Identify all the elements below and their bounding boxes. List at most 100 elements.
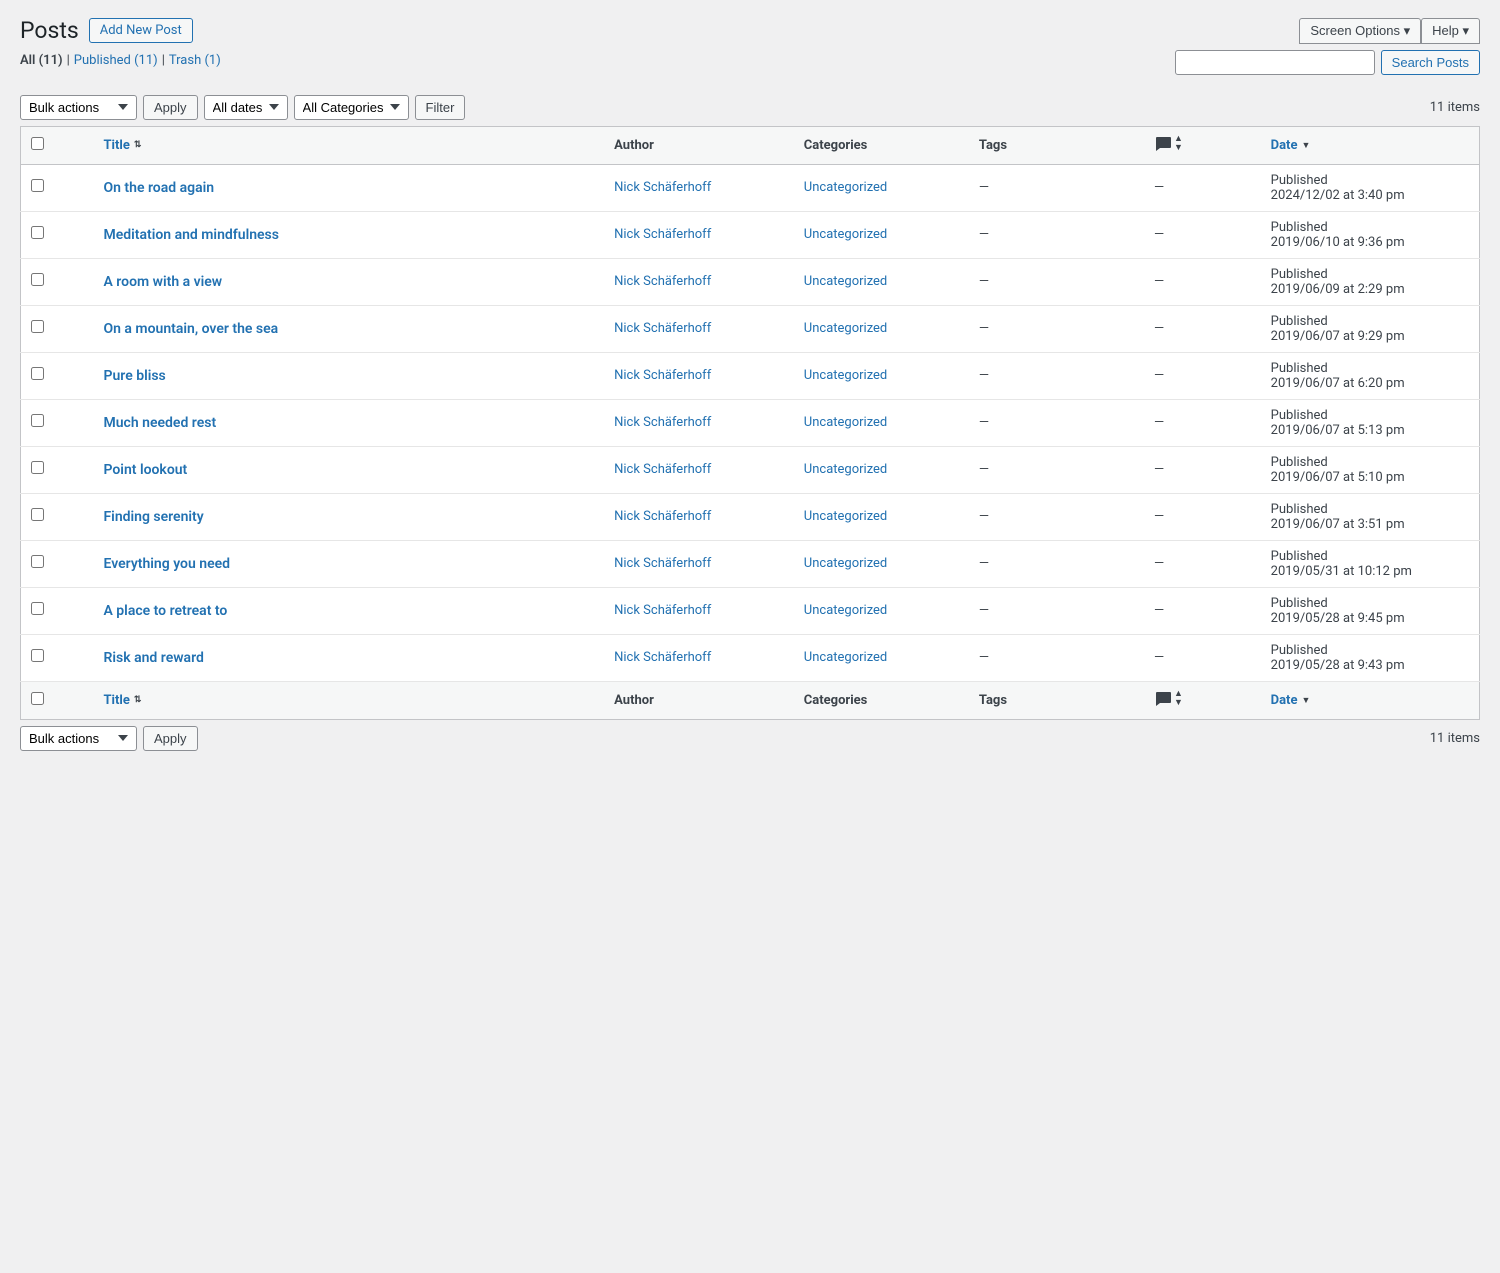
row-checkbox-9[interactable] <box>21 587 94 634</box>
filter-published[interactable]: Published (11) <box>74 53 158 68</box>
row-checkbox-1[interactable] <box>21 211 94 258</box>
cat-link-9[interactable]: Uncategorized <box>804 603 887 618</box>
author-link-0[interactable]: Nick Schäferhoff <box>614 180 711 195</box>
row-title-5: Much needed rest <box>93 399 604 446</box>
col-footer-comments[interactable]: ▲▼ <box>1144 681 1261 719</box>
search-posts-button[interactable]: Search Posts <box>1381 50 1480 75</box>
row-checkbox-input-8[interactable] <box>31 555 44 568</box>
post-title-link-1[interactable]: Meditation and mindfulness <box>103 227 278 243</box>
author-link-3[interactable]: Nick Schäferhoff <box>614 321 711 336</box>
row-checkbox-7[interactable] <box>21 493 94 540</box>
row-tags-9: — <box>969 587 1144 634</box>
filter-button[interactable]: Filter <box>415 95 466 120</box>
date-filter-select[interactable]: All dates <box>204 95 288 120</box>
row-checkbox-input-1[interactable] <box>31 226 44 239</box>
bulk-actions-select-top[interactable]: Bulk actions Edit Move to Trash <box>20 95 137 120</box>
row-checkbox-input-0[interactable] <box>31 179 44 192</box>
author-link-10[interactable]: Nick Schäferhoff <box>614 650 711 665</box>
row-categories-4: Uncategorized <box>794 352 969 399</box>
sort-title-link-bottom[interactable]: Title ⇅ <box>103 693 141 708</box>
comments-sort-icons-bottom[interactable]: ▲▼ <box>1154 690 1183 708</box>
cat-link-2[interactable]: Uncategorized <box>804 274 887 289</box>
row-checkbox-2[interactable] <box>21 258 94 305</box>
add-new-post-button[interactable]: Add New Post <box>89 18 193 43</box>
category-filter-select[interactable]: All Categories <box>294 95 409 120</box>
row-comments-8: — <box>1144 540 1261 587</box>
author-link-2[interactable]: Nick Schäferhoff <box>614 274 711 289</box>
filter-all[interactable]: All (11) <box>20 53 63 68</box>
post-title-link-4[interactable]: Pure bliss <box>103 368 165 384</box>
cat-link-8[interactable]: Uncategorized <box>804 556 887 571</box>
row-checkbox-6[interactable] <box>21 446 94 493</box>
col-header-comments[interactable]: ▲▼ <box>1144 126 1261 164</box>
col-footer-date[interactable]: Date ▼ <box>1261 681 1480 719</box>
row-checkbox-5[interactable] <box>21 399 94 446</box>
cat-link-3[interactable]: Uncategorized <box>804 321 887 336</box>
apply-button-top[interactable]: Apply <box>143 95 198 120</box>
post-title-link-7[interactable]: Finding serenity <box>103 509 203 525</box>
col-header-title[interactable]: Title ⇅ <box>93 126 604 164</box>
sort-title-link[interactable]: Title ⇅ <box>103 138 141 153</box>
filter-trash[interactable]: Trash (1) <box>169 53 221 68</box>
row-checkbox-10[interactable] <box>21 634 94 681</box>
row-checkbox-input-2[interactable] <box>31 273 44 286</box>
row-checkbox-4[interactable] <box>21 352 94 399</box>
post-title-link-0[interactable]: On the road again <box>103 180 214 196</box>
col-header-date[interactable]: Date ▼ <box>1261 126 1480 164</box>
post-title-link-3[interactable]: On a mountain, over the sea <box>103 321 278 337</box>
col-footer-title[interactable]: Title ⇅ <box>93 681 604 719</box>
row-categories-3: Uncategorized <box>794 305 969 352</box>
select-all-checkbox-footer[interactable] <box>21 681 94 719</box>
author-link-9[interactable]: Nick Schäferhoff <box>614 603 711 618</box>
cat-link-6[interactable]: Uncategorized <box>804 462 887 477</box>
cat-link-4[interactable]: Uncategorized <box>804 368 887 383</box>
row-checkbox-3[interactable] <box>21 305 94 352</box>
post-title-link-9[interactable]: A place to retreat to <box>103 603 227 619</box>
row-tags-7: — <box>969 493 1144 540</box>
row-checkbox-input-4[interactable] <box>31 367 44 380</box>
post-title-link-10[interactable]: Risk and reward <box>103 650 203 666</box>
author-link-5[interactable]: Nick Schäferhoff <box>614 415 711 430</box>
row-categories-2: Uncategorized <box>794 258 969 305</box>
select-all-checkbox[interactable] <box>31 137 44 150</box>
row-checkbox-input-9[interactable] <box>31 602 44 615</box>
author-link-4[interactable]: Nick Schäferhoff <box>614 368 711 383</box>
row-author-6: Nick Schäferhoff <box>604 446 794 493</box>
select-all-checkbox-bottom[interactable] <box>31 692 44 705</box>
author-link-6[interactable]: Nick Schäferhoff <box>614 462 711 477</box>
row-date-8: Published2019/05/31 at 10:12 pm <box>1261 540 1480 587</box>
post-title-link-5[interactable]: Much needed rest <box>103 415 216 431</box>
table-row: Finding serenity Nick Schäferhoff Uncate… <box>21 493 1480 540</box>
screen-options-button[interactable]: Screen Options ▾ <box>1299 18 1421 44</box>
row-checkbox-input-10[interactable] <box>31 649 44 662</box>
row-tags-1: — <box>969 211 1144 258</box>
bulk-actions-select-bottom[interactable]: Bulk actions Edit Move to Trash <box>20 726 137 751</box>
cat-link-0[interactable]: Uncategorized <box>804 180 887 195</box>
row-checkbox-input-7[interactable] <box>31 508 44 521</box>
row-checkbox-8[interactable] <box>21 540 94 587</box>
author-link-1[interactable]: Nick Schäferhoff <box>614 227 711 242</box>
row-comments-5: — <box>1144 399 1261 446</box>
post-title-link-2[interactable]: A room with a view <box>103 274 222 290</box>
cat-link-10[interactable]: Uncategorized <box>804 650 887 665</box>
post-title-link-6[interactable]: Point lookout <box>103 462 187 478</box>
cat-link-5[interactable]: Uncategorized <box>804 415 887 430</box>
post-title-link-8[interactable]: Everything you need <box>103 556 230 572</box>
author-link-8[interactable]: Nick Schäferhoff <box>614 556 711 571</box>
table-footer-row: Title ⇅ Author Categories Tags ▲▼ <box>21 681 1480 719</box>
row-checkbox-input-5[interactable] <box>31 414 44 427</box>
select-all-checkbox-header[interactable] <box>21 126 94 164</box>
row-checkbox-input-6[interactable] <box>31 461 44 474</box>
help-button[interactable]: Help ▾ <box>1421 18 1480 44</box>
cat-link-1[interactable]: Uncategorized <box>804 227 887 242</box>
sort-date-link-bottom[interactable]: Date ▼ <box>1271 693 1311 708</box>
row-title-10: Risk and reward <box>93 634 604 681</box>
author-link-7[interactable]: Nick Schäferhoff <box>614 509 711 524</box>
apply-button-bottom[interactable]: Apply <box>143 726 198 751</box>
row-checkbox-0[interactable] <box>21 164 94 211</box>
search-input[interactable] <box>1175 50 1375 75</box>
comments-sort-icons[interactable]: ▲▼ <box>1154 135 1183 153</box>
cat-link-7[interactable]: Uncategorized <box>804 509 887 524</box>
sort-date-link[interactable]: Date ▼ <box>1271 138 1311 153</box>
row-checkbox-input-3[interactable] <box>31 320 44 333</box>
